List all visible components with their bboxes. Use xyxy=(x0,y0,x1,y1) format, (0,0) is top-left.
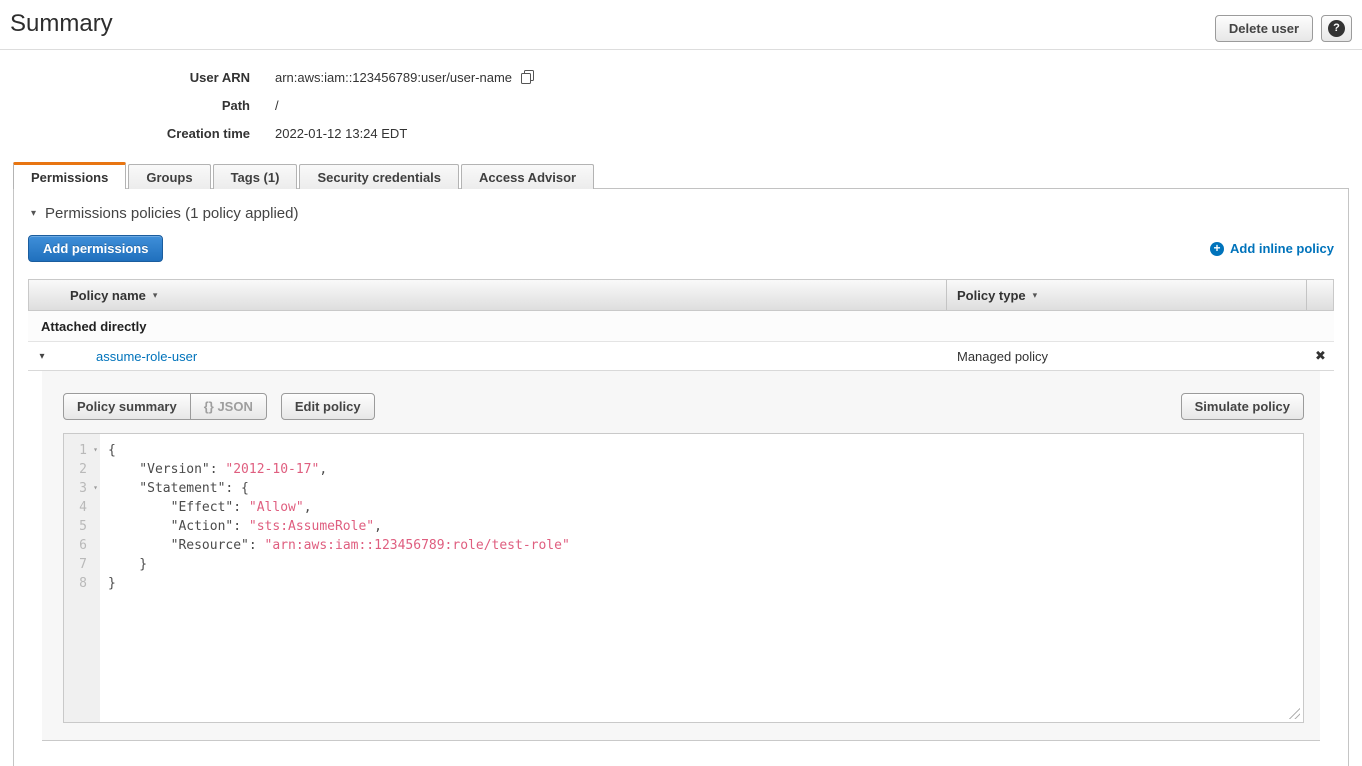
gutter-line-number: 6 xyxy=(64,536,100,555)
detail-label: Creation time xyxy=(0,126,250,141)
gutter-line-number: 5 xyxy=(64,517,100,536)
editor-gutter: 1▾23▾45678 xyxy=(64,434,100,722)
question-mark-icon: ? xyxy=(1328,20,1345,37)
detail-value: / xyxy=(275,98,279,113)
detail-value: arn:aws:iam::123456789:user/user-name xyxy=(275,67,535,88)
header-actions: Delete user ? xyxy=(1215,15,1352,42)
gutter-line-number: 8 xyxy=(64,574,100,593)
policies-table: Policy name ▾ Policy type ▾ Attached dir… xyxy=(28,279,1334,741)
sort-caret-icon: ▾ xyxy=(153,290,158,301)
add-inline-policy-label: Add inline policy xyxy=(1230,241,1334,256)
attached-directly-group-row: Attached directly xyxy=(28,311,1334,342)
tab-groups[interactable]: Groups xyxy=(128,164,210,189)
tab-strip: Permissions Groups Tags (1) Security cre… xyxy=(13,162,1349,189)
editor-code-area[interactable]: { "Version": "2012-10-17", "Statement": … xyxy=(100,434,1303,722)
add-inline-policy-link[interactable]: + Add inline policy xyxy=(1210,241,1334,256)
help-button[interactable]: ? xyxy=(1321,15,1352,42)
collapse-row-icon[interactable]: ▾ xyxy=(39,351,44,362)
policy-summary-button[interactable]: Policy summary xyxy=(63,393,191,420)
tab-security-credentials[interactable]: Security credentials xyxy=(299,164,459,189)
code-line: { xyxy=(108,441,1303,460)
table-header-row: Policy name ▾ Policy type ▾ xyxy=(28,279,1334,311)
permissions-tab-panel: ▾ Permissions policies (1 policy applied… xyxy=(13,189,1349,766)
detail-row-path: Path / xyxy=(0,91,1362,119)
gutter-line-number: 7 xyxy=(64,555,100,574)
user-arn-value: arn:aws:iam::123456789:user/user-name xyxy=(275,70,512,85)
code-line: } xyxy=(108,574,1303,593)
fold-toggle-icon[interactable]: ▾ xyxy=(93,483,98,493)
policy-type-cell: Managed policy xyxy=(947,342,1307,370)
json-policy-editor[interactable]: 1▾23▾45678 { "Version": "2012-10-17", "S… xyxy=(63,433,1304,723)
fold-toggle-icon[interactable]: ▾ xyxy=(93,445,98,455)
row-expander-cell: ▾ xyxy=(28,342,56,370)
gutter-line-number: 4 xyxy=(64,498,100,517)
add-permissions-button[interactable]: Add permissions xyxy=(28,235,163,262)
policy-table-row: ▾ assume-role-user Managed policy ✖ xyxy=(28,342,1334,371)
code-line: "Resource": "arn:aws:iam::123456789:role… xyxy=(108,536,1303,555)
section-heading: Permissions policies (1 policy applied) xyxy=(45,205,298,222)
detail-value: 2022-01-12 13:24 EDT xyxy=(275,126,407,141)
detail-row-user-arn: User ARN arn:aws:iam::123456789:user/use… xyxy=(0,63,1362,91)
gutter-line-number: 2 xyxy=(64,460,100,479)
gutter-line-number: 3▾ xyxy=(64,479,100,498)
column-label: Policy type xyxy=(957,288,1026,303)
policy-name-link[interactable]: assume-role-user xyxy=(69,349,197,364)
code-line: "Version": "2012-10-17", xyxy=(108,460,1303,479)
edit-policy-button[interactable]: Edit policy xyxy=(281,393,375,420)
code-line: "Statement": { xyxy=(108,479,1303,498)
tab-access-advisor[interactable]: Access Advisor xyxy=(461,164,594,189)
detail-label: Path xyxy=(0,98,250,113)
view-buttons-group: Policy summary {} JSON Edit policy xyxy=(63,393,375,420)
detail-row-creation-time: Creation time 2022-01-12 13:24 EDT xyxy=(0,119,1362,147)
policy-type-column-header[interactable]: Policy type ▾ xyxy=(946,280,1306,310)
policy-actions-row: Add permissions + Add inline policy xyxy=(28,235,1334,262)
sort-caret-icon: ▾ xyxy=(1033,290,1038,301)
tab-tags[interactable]: Tags (1) xyxy=(213,164,298,189)
view-toggle-group: Policy summary {} JSON xyxy=(63,393,267,420)
page-header: Summary Delete user ? xyxy=(0,0,1362,50)
user-details: User ARN arn:aws:iam::123456789:user/use… xyxy=(0,50,1362,147)
collapse-section-icon[interactable]: ▾ xyxy=(31,208,36,219)
iam-user-summary-page: Summary Delete user ? User ARN arn:aws:i… xyxy=(0,0,1362,766)
policy-name-cell: assume-role-user xyxy=(56,342,947,370)
plus-icon: + xyxy=(1210,242,1224,256)
code-line: "Effect": "Allow", xyxy=(108,498,1303,517)
detail-label: User ARN xyxy=(0,70,250,85)
column-label: Policy name xyxy=(70,288,146,303)
policy-name-column-header[interactable]: Policy name ▾ xyxy=(57,280,946,310)
remove-policy-icon[interactable]: ✖ xyxy=(1315,348,1326,364)
permissions-policies-section-header: ▾ Permissions policies (1 policy applied… xyxy=(14,189,1348,222)
gutter-line-number: 1▾ xyxy=(64,441,100,460)
copy-icon[interactable] xyxy=(520,69,535,88)
remove-policy-cell: ✖ xyxy=(1307,342,1334,370)
group-label: Attached directly xyxy=(41,319,146,334)
page-title: Summary xyxy=(10,9,113,39)
policy-detail-panel: Policy summary {} JSON Edit policy Simul… xyxy=(42,371,1320,741)
tab-permissions[interactable]: Permissions xyxy=(13,162,126,189)
expander-column-header xyxy=(29,280,57,310)
json-view-button[interactable]: {} JSON xyxy=(190,393,267,420)
remove-column-header xyxy=(1306,280,1333,310)
delete-user-button[interactable]: Delete user xyxy=(1215,15,1313,42)
simulate-policy-button[interactable]: Simulate policy xyxy=(1181,393,1304,420)
code-line: } xyxy=(108,555,1303,574)
policy-detail-toolbar: Policy summary {} JSON Edit policy Simul… xyxy=(63,393,1304,420)
code-line: "Action": "sts:AssumeRole", xyxy=(108,517,1303,536)
policy-type-value: Managed policy xyxy=(957,349,1048,364)
